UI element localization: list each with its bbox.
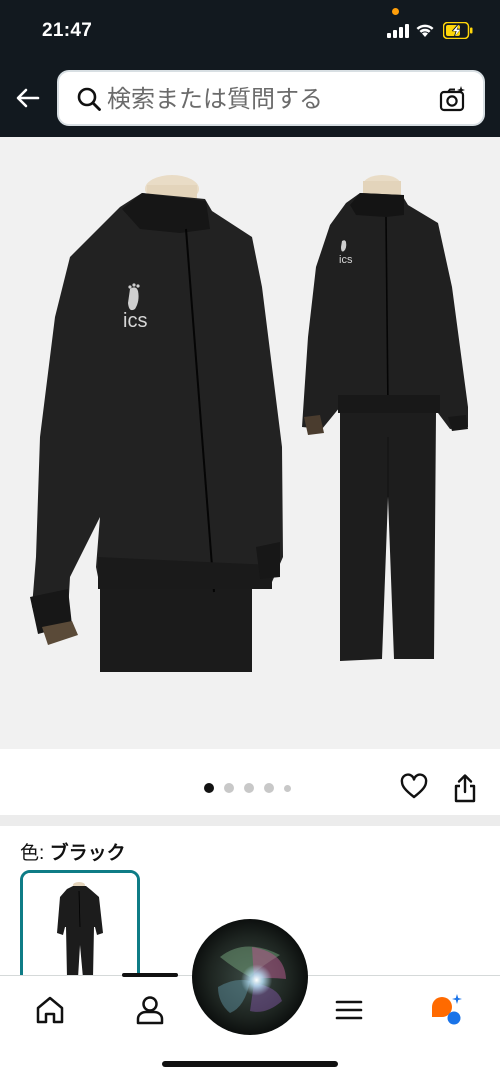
status-time: 21:47 bbox=[42, 20, 93, 41]
rufus-assistant-icon[interactable] bbox=[428, 992, 464, 1028]
account-icon[interactable] bbox=[132, 992, 168, 1028]
cellular-signal-icon bbox=[387, 24, 409, 38]
search-input[interactable] bbox=[107, 81, 427, 117]
product-image-carousel[interactable]: ics ics bbox=[0, 137, 500, 749]
pager-dot-1[interactable] bbox=[204, 783, 214, 793]
logo-text-small: ics bbox=[339, 254, 353, 266]
home-indicator-bar bbox=[162, 1061, 338, 1067]
home-icon[interactable] bbox=[32, 992, 68, 1028]
logo-text-large: ics bbox=[123, 310, 147, 332]
color-label-key: 色: bbox=[20, 843, 50, 864]
back-arrow-icon[interactable] bbox=[12, 82, 44, 114]
pager-dot-2[interactable] bbox=[224, 783, 234, 793]
section-divider bbox=[0, 815, 500, 826]
battery-charging-icon bbox=[443, 22, 473, 39]
top-header: 21:47 bbox=[0, 0, 500, 137]
privacy-indicator-dot bbox=[392, 8, 399, 15]
pager-dot-5[interactable] bbox=[284, 784, 291, 792]
color-label-value: ブラック bbox=[49, 843, 126, 864]
share-icon[interactable] bbox=[452, 773, 478, 803]
swatch-thumbnail-image bbox=[23, 873, 137, 987]
product-image[interactable]: ics ics bbox=[0, 137, 500, 749]
image-pager-dots[interactable] bbox=[204, 783, 291, 793]
search-icon bbox=[77, 87, 101, 111]
status-bar: 21:47 bbox=[0, 0, 500, 62]
heart-icon[interactable] bbox=[400, 773, 428, 801]
camera-search-icon[interactable] bbox=[439, 85, 467, 113]
active-tab-indicator bbox=[122, 973, 178, 977]
screen: 21:47 検索または質問する ics ics 色: ブラック bbox=[0, 0, 500, 1080]
siri-orb[interactable] bbox=[190, 917, 310, 1037]
search-row bbox=[0, 68, 500, 128]
pager-dot-3[interactable] bbox=[244, 783, 254, 793]
search-box[interactable] bbox=[57, 70, 485, 126]
pager-dot-4[interactable] bbox=[264, 783, 274, 793]
color-variation-label: 色: ブラック bbox=[20, 838, 126, 865]
image-pager-row bbox=[0, 749, 500, 815]
color-swatch-black[interactable] bbox=[20, 870, 140, 990]
menu-icon[interactable] bbox=[331, 992, 367, 1028]
wifi-icon bbox=[416, 24, 434, 37]
